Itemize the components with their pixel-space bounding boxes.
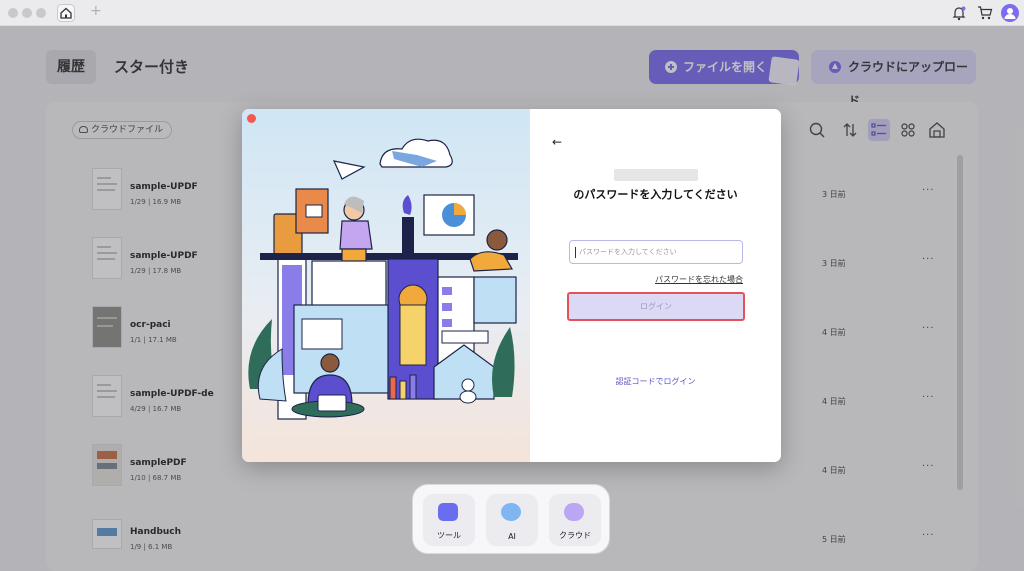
new-tab-plus-icon[interactable]: + (90, 3, 102, 19)
dock-cloud-button[interactable]: クラウド (549, 494, 601, 546)
cloud-icon (564, 503, 584, 521)
bottom-dock: ツール AI クラウド (412, 484, 610, 554)
forgot-password-link[interactable]: パスワードを忘れた場合 (530, 274, 743, 285)
login-illustration (242, 109, 530, 462)
back-arrow-icon[interactable]: ← (552, 135, 562, 149)
bell-icon[interactable] (951, 5, 967, 21)
zoom-window-button[interactable] (36, 8, 46, 18)
title-bar: + (0, 0, 1024, 26)
dock-ai-button[interactable]: AI (486, 494, 538, 546)
masked-email (614, 169, 698, 181)
code-login-link[interactable]: 認証コードでログイン (530, 376, 781, 387)
login-title: のパスワードを入力してください (573, 188, 738, 201)
tools-icon (438, 503, 458, 521)
ai-icon (501, 503, 521, 521)
password-input[interactable]: パスワードを入力してください (569, 240, 743, 264)
close-dialog-button[interactable] (247, 114, 256, 123)
dock-ai-label: AI (508, 532, 516, 541)
login-button[interactable]: ログイン (567, 292, 745, 321)
user-icon[interactable] (1001, 4, 1019, 22)
dock-tools-label: ツール (437, 531, 461, 540)
login-dialog: ← のパスワードを入力してください パスワードを入力してください パスワードを忘… (242, 109, 781, 462)
login-form: ← のパスワードを入力してください パスワードを入力してください パスワードを忘… (530, 109, 781, 462)
cart-icon[interactable] (977, 5, 993, 21)
dock-tools-button[interactable]: ツール (423, 494, 475, 546)
city-illustration (248, 138, 518, 420)
home-icon[interactable] (57, 4, 75, 22)
close-window-button[interactable] (8, 8, 18, 18)
dock-cloud-label: クラウド (559, 531, 591, 540)
minimize-window-button[interactable] (22, 8, 32, 18)
